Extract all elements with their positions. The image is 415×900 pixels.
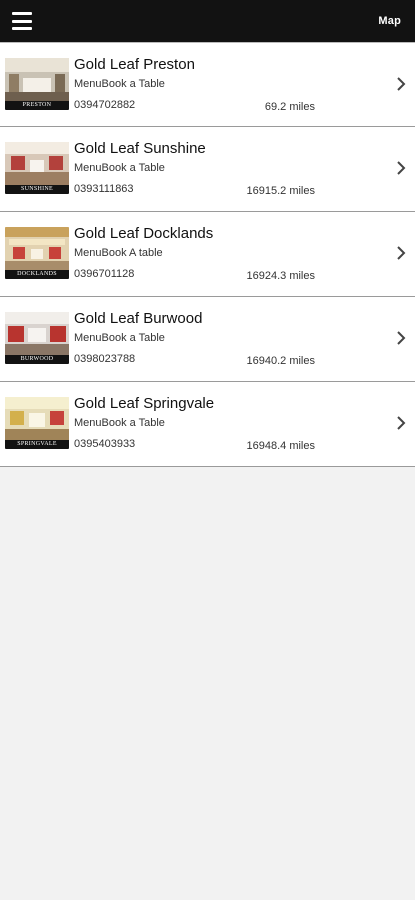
- chevron-right-icon: [397, 77, 406, 91]
- restaurant-row-preston[interactable]: PRESTON Gold Leaf Preston MenuBook a Tab…: [0, 42, 415, 127]
- restaurant-phone: 0393111863: [74, 183, 134, 195]
- restaurant-phone: 0398023788: [74, 353, 136, 365]
- restaurant-phone: 0396701128: [74, 268, 135, 280]
- restaurant-row-burwood[interactable]: BURWOOD Gold Leaf Burwood MenuBook a Tab…: [0, 297, 415, 382]
- top-app-bar: Map: [0, 0, 415, 42]
- restaurant-thumbnail: SUNSHINE: [5, 142, 69, 194]
- restaurant-subtitle: MenuBook a Table: [74, 332, 165, 344]
- thumbnail-caption: BURWOOD: [5, 355, 69, 364]
- restaurant-subtitle: MenuBook A table: [74, 247, 163, 259]
- restaurant-subtitle: MenuBook a Table: [74, 417, 165, 429]
- restaurant-distance: 16915.2 miles: [246, 185, 316, 197]
- restaurant-thumbnail: BURWOOD: [5, 312, 69, 364]
- restaurant-name: Gold Leaf Sunshine: [74, 140, 206, 157]
- restaurant-subtitle: MenuBook a Table: [74, 78, 165, 90]
- restaurant-subtitle: MenuBook a Table: [74, 162, 165, 174]
- restaurant-row-springvale[interactable]: SPRINGVALE Gold Leaf Springvale MenuBook…: [0, 382, 415, 467]
- restaurant-distance: 16924.3 miles: [246, 270, 316, 282]
- chevron-right-icon: [397, 331, 406, 345]
- restaurant-name: Gold Leaf Docklands: [74, 225, 214, 242]
- restaurant-thumbnail: PRESTON: [5, 58, 69, 110]
- restaurant-name: Gold Leaf Springvale: [74, 395, 215, 412]
- restaurant-thumbnail: SPRINGVALE: [5, 397, 69, 449]
- restaurant-phone: 0394702882: [74, 99, 136, 111]
- chevron-right-icon: [397, 161, 406, 175]
- restaurant-distance: 16940.2 miles: [246, 355, 316, 367]
- restaurant-name: Gold Leaf Burwood: [74, 310, 203, 327]
- chevron-right-icon: [397, 416, 406, 430]
- restaurant-distance: 16948.4 miles: [246, 440, 316, 452]
- thumbnail-caption: PRESTON: [5, 101, 69, 110]
- restaurant-phone: 0395403933: [74, 438, 136, 450]
- restaurant-list: PRESTON Gold Leaf Preston MenuBook a Tab…: [0, 42, 415, 467]
- restaurant-row-docklands[interactable]: DOCKLANDS Gold Leaf Docklands MenuBook A…: [0, 212, 415, 297]
- restaurant-thumbnail: DOCKLANDS: [5, 227, 69, 279]
- hamburger-menu-icon[interactable]: [12, 12, 32, 30]
- restaurant-name: Gold Leaf Preston: [74, 56, 195, 73]
- thumbnail-caption: SPRINGVALE: [5, 440, 69, 449]
- restaurant-distance: 69.2 miles: [264, 101, 315, 113]
- restaurant-row-sunshine[interactable]: SUNSHINE Gold Leaf Sunshine MenuBook a T…: [0, 127, 415, 212]
- thumbnail-caption: DOCKLANDS: [5, 270, 69, 279]
- thumbnail-caption: SUNSHINE: [5, 185, 69, 194]
- map-button[interactable]: Map: [378, 15, 401, 27]
- chevron-right-icon: [397, 246, 406, 260]
